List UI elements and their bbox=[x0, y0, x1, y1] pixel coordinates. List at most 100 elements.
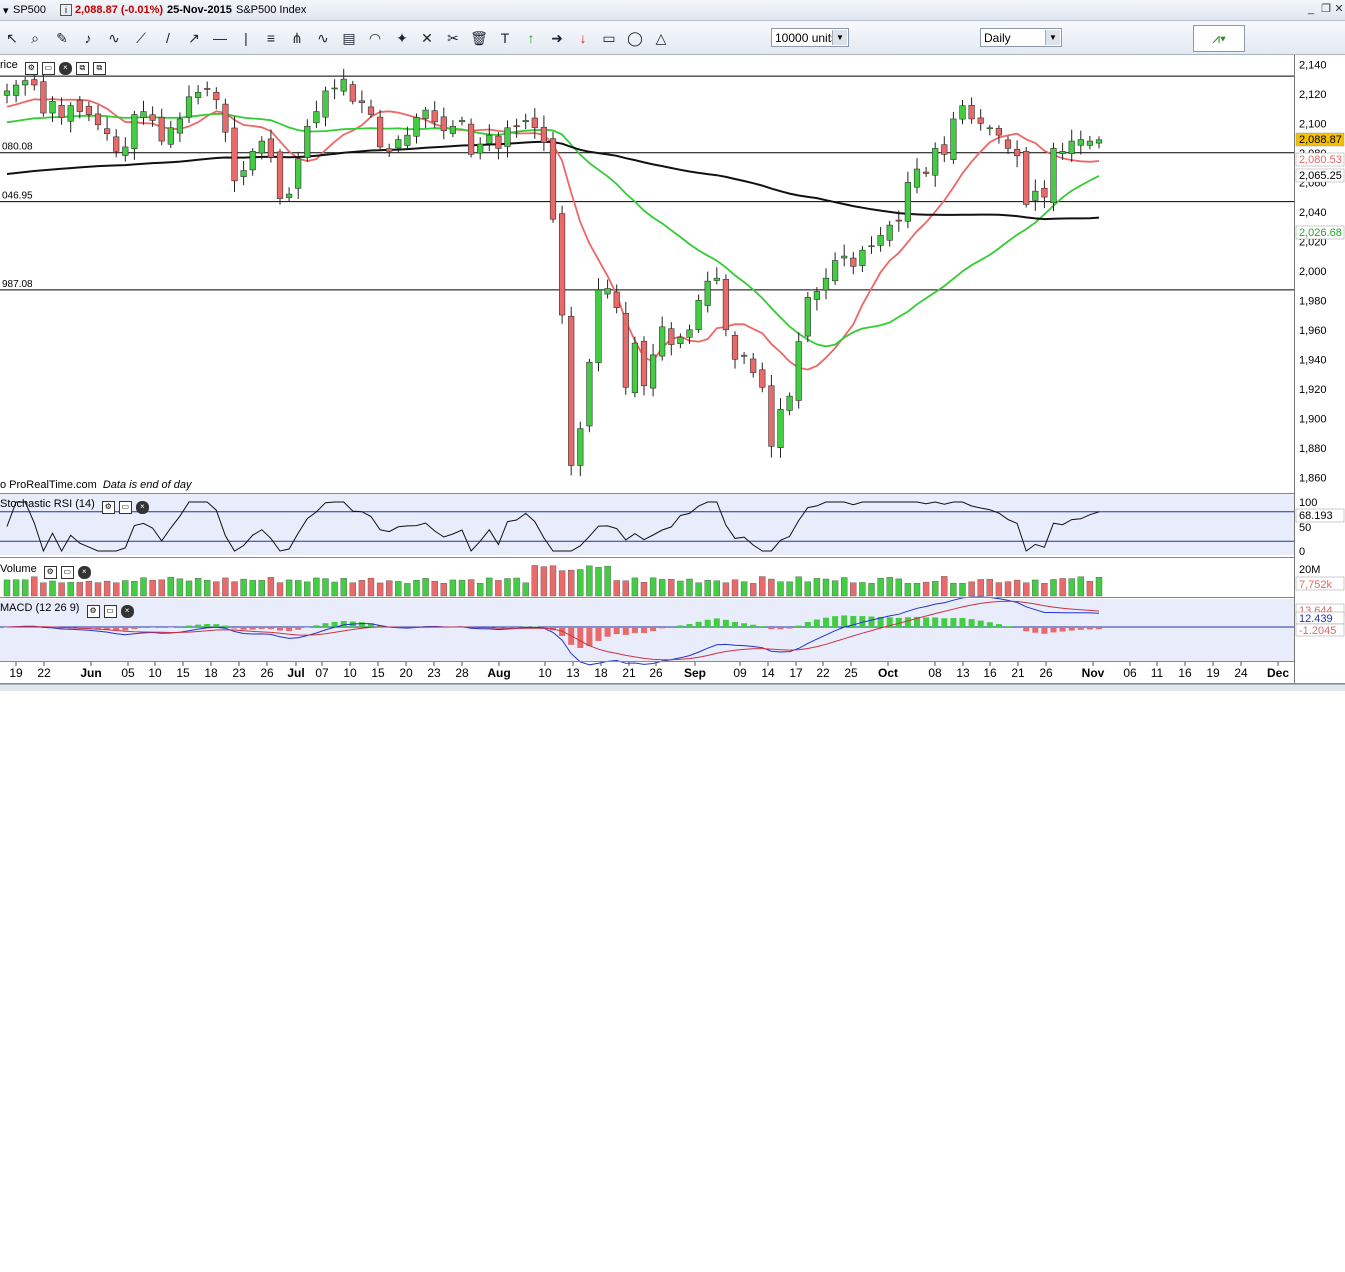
x-tick-label: Dec bbox=[1267, 666, 1289, 680]
candle-body bbox=[713, 277, 720, 281]
candle-body bbox=[222, 103, 229, 133]
volume-bar bbox=[959, 583, 966, 597]
volume-bar bbox=[140, 577, 147, 597]
x-tick-label: 24 bbox=[1234, 666, 1248, 680]
volume-bar bbox=[185, 580, 193, 597]
right-arrow-icon[interactable]: ➜ bbox=[547, 28, 567, 48]
candle-body bbox=[1050, 148, 1057, 204]
chart-style-icon[interactable]: ⩘▾ bbox=[1193, 25, 1245, 52]
x-tick-label: Oct bbox=[878, 666, 898, 680]
restore-icon[interactable]: ❐ bbox=[1320, 3, 1332, 15]
units-select[interactable]: 10000 units ▼ bbox=[771, 28, 849, 47]
wrench-icon[interactable]: ⚙ bbox=[86, 605, 100, 618]
tools-icon[interactable]: ✂ bbox=[443, 28, 463, 48]
channel-icon[interactable]: ≡ bbox=[261, 28, 281, 48]
candle-body bbox=[850, 257, 857, 267]
window-icon[interactable]: ▭ bbox=[41, 62, 55, 75]
horizontal-scrollbar[interactable] bbox=[0, 684, 1345, 691]
chevron-down-icon[interactable]: ▼ bbox=[832, 30, 847, 45]
candle-body bbox=[94, 113, 102, 126]
x-tick-label: 11 bbox=[1151, 666, 1164, 680]
zoom-icon[interactable]: ⌕ bbox=[25, 28, 45, 48]
sell-arrow-icon[interactable]: ↓ bbox=[573, 28, 593, 48]
candle-body bbox=[13, 84, 20, 96]
volume-bar bbox=[759, 576, 766, 597]
line-icon[interactable]: / bbox=[158, 28, 178, 48]
volume-bar bbox=[376, 582, 384, 597]
fib-fan-icon[interactable]: ✦ bbox=[392, 28, 412, 48]
ray-icon[interactable]: ↗ bbox=[184, 28, 204, 48]
chart-area[interactable]: 080.08046.95987.08 2,1402,1202,1002,0802… bbox=[0, 55, 1345, 695]
ellipse-icon[interactable]: ◯ bbox=[625, 28, 645, 48]
candle-body bbox=[458, 120, 466, 123]
ruler-icon[interactable]: ✎ bbox=[52, 28, 72, 48]
candle-body bbox=[258, 140, 265, 154]
fibonacci-icon[interactable]: ▤ bbox=[339, 28, 359, 48]
period-select[interactable]: Daily ▼ bbox=[980, 28, 1062, 47]
cursor-icon[interactable]: ↖ bbox=[2, 28, 22, 48]
macd-histogram-bar bbox=[622, 627, 629, 635]
symbol-label[interactable]: SP500 bbox=[13, 4, 46, 16]
volume-bar bbox=[904, 583, 912, 597]
volume-bar bbox=[859, 582, 866, 597]
pitchfork-icon[interactable]: ⋔ bbox=[287, 28, 307, 48]
minimize-icon[interactable]: _ bbox=[1305, 3, 1317, 15]
chevron-down-icon[interactable]: ▼ bbox=[1045, 30, 1060, 45]
close-panel-icon[interactable]: × bbox=[77, 566, 91, 579]
vertical-line-icon[interactable]: | bbox=[236, 28, 256, 48]
alert-bell-icon[interactable]: ♪ bbox=[78, 28, 98, 48]
wave-icon[interactable]: ∿ bbox=[313, 28, 333, 48]
triangle-icon[interactable]: △ bbox=[651, 28, 671, 48]
candle-body bbox=[695, 300, 702, 330]
candle-body bbox=[1077, 139, 1084, 146]
x-tick-label: 20 bbox=[399, 666, 413, 680]
volume-bar bbox=[267, 577, 275, 597]
candle-body bbox=[104, 128, 111, 134]
volume-bar bbox=[1004, 581, 1012, 597]
candle-body bbox=[331, 87, 338, 90]
window-icon[interactable]: ▭ bbox=[60, 566, 74, 579]
dropdown-caret-icon[interactable]: ▾ bbox=[3, 4, 9, 17]
text-icon[interactable]: T bbox=[495, 28, 515, 48]
horizontal-line-icon[interactable]: — bbox=[210, 28, 230, 48]
volume-bar bbox=[458, 580, 466, 597]
window-icon[interactable]: ▭ bbox=[103, 605, 117, 618]
macd-histogram-bar bbox=[295, 627, 302, 630]
candle-body bbox=[913, 168, 921, 188]
volume-bar bbox=[586, 565, 593, 597]
wrench-icon[interactable]: ⚙ bbox=[24, 62, 38, 75]
candle-body bbox=[1059, 151, 1066, 154]
buy-arrow-icon[interactable]: ↑ bbox=[521, 28, 541, 48]
copy-icon[interactable]: ⧉ bbox=[75, 62, 89, 75]
volume-bar bbox=[631, 577, 639, 597]
close-panel-icon[interactable]: × bbox=[58, 62, 72, 75]
candle-body bbox=[449, 126, 457, 134]
close-icon[interactable]: ✕ bbox=[1333, 3, 1345, 15]
candle-body bbox=[113, 136, 120, 152]
macd-histogram-bar bbox=[504, 627, 511, 628]
wrench-icon[interactable]: ⚙ bbox=[101, 501, 115, 514]
info-icon[interactable]: i bbox=[60, 4, 72, 16]
volume-bar bbox=[22, 579, 29, 597]
gann-icon[interactable]: ✕ bbox=[417, 28, 437, 48]
candle-body bbox=[731, 335, 739, 360]
candle-body bbox=[831, 260, 839, 282]
window-icon[interactable]: ▭ bbox=[118, 501, 132, 514]
arc-icon[interactable]: ◠ bbox=[365, 28, 385, 48]
price-change: 2,088.87 (-0.01%) bbox=[75, 4, 164, 16]
trend-icon[interactable]: ⟋ bbox=[131, 28, 151, 48]
rectangle-icon[interactable]: ▭ bbox=[599, 28, 619, 48]
trash-icon[interactable]: 🗑 bbox=[469, 28, 489, 48]
candle-body bbox=[431, 110, 438, 123]
copy-icon[interactable]: ⧉ bbox=[92, 62, 106, 75]
volume-bar bbox=[258, 579, 265, 597]
volume-bar bbox=[240, 578, 247, 597]
close-panel-icon[interactable]: × bbox=[135, 501, 149, 514]
volume-bar bbox=[704, 580, 711, 597]
volume-bar bbox=[1077, 576, 1085, 597]
fan-icon[interactable]: ∿ bbox=[104, 28, 124, 48]
close-panel-icon[interactable]: × bbox=[120, 605, 134, 618]
candle-body bbox=[586, 361, 593, 427]
wrench-icon[interactable]: ⚙ bbox=[43, 566, 57, 579]
macd-histogram-bar bbox=[140, 627, 147, 628]
